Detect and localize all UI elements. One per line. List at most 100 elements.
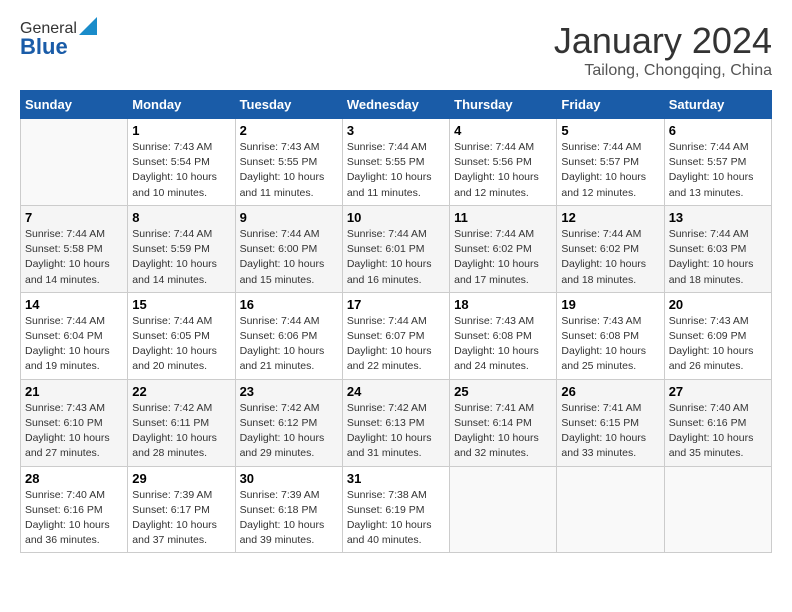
day-detail: Sunrise: 7:44 AMSunset: 5:59 PMDaylight:…	[132, 228, 217, 286]
day-detail: Sunrise: 7:40 AMSunset: 6:16 PMDaylight:…	[25, 489, 110, 547]
calendar-cell: 24 Sunrise: 7:42 AMSunset: 6:13 PMDaylig…	[342, 379, 449, 466]
day-number: 24	[347, 384, 445, 399]
day-detail: Sunrise: 7:39 AMSunset: 6:17 PMDaylight:…	[132, 489, 217, 547]
day-number: 10	[347, 210, 445, 225]
day-detail: Sunrise: 7:38 AMSunset: 6:19 PMDaylight:…	[347, 489, 432, 547]
day-number: 26	[561, 384, 659, 399]
day-detail: Sunrise: 7:44 AMSunset: 6:02 PMDaylight:…	[561, 228, 646, 286]
calendar-cell: 3 Sunrise: 7:44 AMSunset: 5:55 PMDayligh…	[342, 119, 449, 206]
day-number: 31	[347, 471, 445, 486]
day-number: 27	[669, 384, 767, 399]
calendar-cell: 6 Sunrise: 7:44 AMSunset: 5:57 PMDayligh…	[664, 119, 771, 206]
day-detail: Sunrise: 7:44 AMSunset: 6:01 PMDaylight:…	[347, 228, 432, 286]
calendar-cell: 30 Sunrise: 7:39 AMSunset: 6:18 PMDaylig…	[235, 466, 342, 553]
weekday-header: Sunday	[21, 91, 128, 119]
day-number: 19	[561, 297, 659, 312]
day-detail: Sunrise: 7:42 AMSunset: 6:13 PMDaylight:…	[347, 402, 432, 460]
day-detail: Sunrise: 7:44 AMSunset: 6:06 PMDaylight:…	[240, 315, 325, 373]
day-detail: Sunrise: 7:39 AMSunset: 6:18 PMDaylight:…	[240, 489, 325, 547]
calendar-cell: 19 Sunrise: 7:43 AMSunset: 6:08 PMDaylig…	[557, 292, 664, 379]
calendar-cell: 25 Sunrise: 7:41 AMSunset: 6:14 PMDaylig…	[450, 379, 557, 466]
calendar-cell: 28 Sunrise: 7:40 AMSunset: 6:16 PMDaylig…	[21, 466, 128, 553]
day-number: 20	[669, 297, 767, 312]
day-number: 11	[454, 210, 552, 225]
calendar-cell: 14 Sunrise: 7:44 AMSunset: 6:04 PMDaylig…	[21, 292, 128, 379]
calendar-cell: 20 Sunrise: 7:43 AMSunset: 6:09 PMDaylig…	[664, 292, 771, 379]
weekday-header: Tuesday	[235, 91, 342, 119]
day-detail: Sunrise: 7:42 AMSunset: 6:11 PMDaylight:…	[132, 402, 217, 460]
day-number: 2	[240, 123, 338, 138]
calendar-cell: 13 Sunrise: 7:44 AMSunset: 6:03 PMDaylig…	[664, 205, 771, 292]
calendar-cell: 16 Sunrise: 7:44 AMSunset: 6:06 PMDaylig…	[235, 292, 342, 379]
day-detail: Sunrise: 7:41 AMSunset: 6:15 PMDaylight:…	[561, 402, 646, 460]
day-detail: Sunrise: 7:43 AMSunset: 6:08 PMDaylight:…	[454, 315, 539, 373]
day-number: 21	[25, 384, 123, 399]
day-detail: Sunrise: 7:43 AMSunset: 6:10 PMDaylight:…	[25, 402, 110, 460]
calendar-cell: 21 Sunrise: 7:43 AMSunset: 6:10 PMDaylig…	[21, 379, 128, 466]
calendar-cell: 10 Sunrise: 7:44 AMSunset: 6:01 PMDaylig…	[342, 205, 449, 292]
day-detail: Sunrise: 7:44 AMSunset: 6:03 PMDaylight:…	[669, 228, 754, 286]
day-number: 13	[669, 210, 767, 225]
day-detail: Sunrise: 7:44 AMSunset: 6:04 PMDaylight:…	[25, 315, 110, 373]
day-detail: Sunrise: 7:40 AMSunset: 6:16 PMDaylight:…	[669, 402, 754, 460]
calendar-cell: 22 Sunrise: 7:42 AMSunset: 6:11 PMDaylig…	[128, 379, 235, 466]
location-subtitle: Tailong, Chongqing, China	[554, 62, 772, 80]
weekday-header: Saturday	[664, 91, 771, 119]
day-number: 1	[132, 123, 230, 138]
weekday-header: Thursday	[450, 91, 557, 119]
calendar-cell: 27 Sunrise: 7:40 AMSunset: 6:16 PMDaylig…	[664, 379, 771, 466]
day-detail: Sunrise: 7:41 AMSunset: 6:14 PMDaylight:…	[454, 402, 539, 460]
day-number: 6	[669, 123, 767, 138]
calendar-cell: 17 Sunrise: 7:44 AMSunset: 6:07 PMDaylig…	[342, 292, 449, 379]
day-number: 7	[25, 210, 123, 225]
calendar-cell	[557, 466, 664, 553]
calendar-cell: 1 Sunrise: 7:43 AMSunset: 5:54 PMDayligh…	[128, 119, 235, 206]
day-detail: Sunrise: 7:44 AMSunset: 5:56 PMDaylight:…	[454, 141, 539, 199]
weekday-header: Monday	[128, 91, 235, 119]
weekday-header: Friday	[557, 91, 664, 119]
day-number: 5	[561, 123, 659, 138]
day-number: 30	[240, 471, 338, 486]
day-number: 15	[132, 297, 230, 312]
calendar-cell: 31 Sunrise: 7:38 AMSunset: 6:19 PMDaylig…	[342, 466, 449, 553]
calendar-cell: 11 Sunrise: 7:44 AMSunset: 6:02 PMDaylig…	[450, 205, 557, 292]
day-number: 18	[454, 297, 552, 312]
day-detail: Sunrise: 7:44 AMSunset: 6:07 PMDaylight:…	[347, 315, 432, 373]
calendar-cell: 7 Sunrise: 7:44 AMSunset: 5:58 PMDayligh…	[21, 205, 128, 292]
month-title: January 2024	[554, 20, 772, 62]
calendar-cell: 26 Sunrise: 7:41 AMSunset: 6:15 PMDaylig…	[557, 379, 664, 466]
day-detail: Sunrise: 7:44 AMSunset: 5:58 PMDaylight:…	[25, 228, 110, 286]
day-number: 17	[347, 297, 445, 312]
calendar-cell	[664, 466, 771, 553]
logo: General Blue	[20, 20, 97, 60]
weekday-header: Wednesday	[342, 91, 449, 119]
day-number: 16	[240, 297, 338, 312]
day-number: 29	[132, 471, 230, 486]
logo-icon	[79, 17, 97, 35]
day-detail: Sunrise: 7:43 AMSunset: 6:09 PMDaylight:…	[669, 315, 754, 373]
calendar-cell: 8 Sunrise: 7:44 AMSunset: 5:59 PMDayligh…	[128, 205, 235, 292]
day-detail: Sunrise: 7:43 AMSunset: 5:54 PMDaylight:…	[132, 141, 217, 199]
day-number: 12	[561, 210, 659, 225]
calendar-cell: 15 Sunrise: 7:44 AMSunset: 6:05 PMDaylig…	[128, 292, 235, 379]
calendar-cell: 18 Sunrise: 7:43 AMSunset: 6:08 PMDaylig…	[450, 292, 557, 379]
day-number: 28	[25, 471, 123, 486]
day-detail: Sunrise: 7:44 AMSunset: 6:02 PMDaylight:…	[454, 228, 539, 286]
day-number: 22	[132, 384, 230, 399]
calendar-cell: 9 Sunrise: 7:44 AMSunset: 6:00 PMDayligh…	[235, 205, 342, 292]
calendar-cell: 2 Sunrise: 7:43 AMSunset: 5:55 PMDayligh…	[235, 119, 342, 206]
logo-blue-text: Blue	[20, 34, 68, 60]
calendar-cell: 5 Sunrise: 7:44 AMSunset: 5:57 PMDayligh…	[557, 119, 664, 206]
calendar-cell: 4 Sunrise: 7:44 AMSunset: 5:56 PMDayligh…	[450, 119, 557, 206]
calendar-cell	[450, 466, 557, 553]
day-number: 8	[132, 210, 230, 225]
day-number: 9	[240, 210, 338, 225]
day-detail: Sunrise: 7:43 AMSunset: 6:08 PMDaylight:…	[561, 315, 646, 373]
day-number: 4	[454, 123, 552, 138]
page-header: General Blue January 2024 Tailong, Chong…	[20, 20, 772, 80]
calendar-table: SundayMondayTuesdayWednesdayThursdayFrid…	[20, 90, 772, 553]
calendar-cell: 23 Sunrise: 7:42 AMSunset: 6:12 PMDaylig…	[235, 379, 342, 466]
day-detail: Sunrise: 7:44 AMSunset: 5:57 PMDaylight:…	[561, 141, 646, 199]
day-detail: Sunrise: 7:43 AMSunset: 5:55 PMDaylight:…	[240, 141, 325, 199]
day-detail: Sunrise: 7:44 AMSunset: 5:55 PMDaylight:…	[347, 141, 432, 199]
